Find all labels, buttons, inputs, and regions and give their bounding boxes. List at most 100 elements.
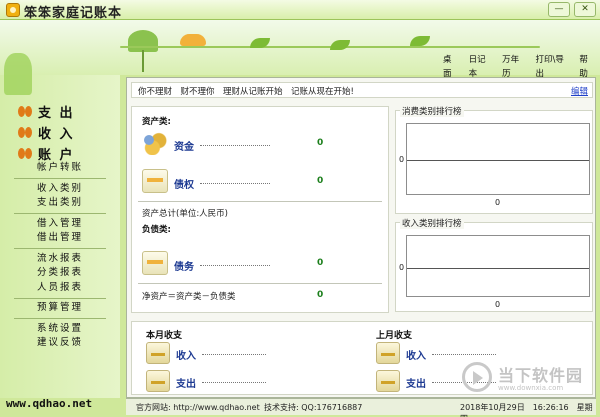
leader-dots	[202, 375, 266, 383]
asset-section-title: 资产类:	[142, 117, 171, 127]
sidebar-item-label: 收 入	[38, 127, 75, 142]
plant-decoration	[4, 53, 32, 95]
watermark-url: www.downxia.com	[498, 384, 564, 392]
last-month-title: 上月收支	[376, 331, 413, 341]
title-bar: 笨笨家庭记账本 — ✕	[0, 0, 600, 21]
status-site: 官方网站: http://www.qdhao.net	[136, 403, 260, 412]
liability-value: 0	[317, 258, 324, 268]
leader-dots	[200, 138, 270, 146]
expense-icon	[146, 370, 170, 392]
leaf-decoration	[410, 36, 430, 46]
butterfly-icon	[18, 148, 32, 159]
sidebar-item-income[interactable]: 收 入	[18, 122, 75, 143]
sidebar-item-feedback[interactable]: 建议反馈	[0, 336, 120, 351]
expense-label: 支出	[406, 379, 426, 390]
watermark: 当下软件园 www.downxia.com	[462, 360, 596, 400]
sidebar-item-flow-report[interactable]: 流水报表	[0, 252, 120, 267]
chart-plot-area: 0 0	[399, 235, 590, 309]
status-support: 技术支持: QQ:176716887	[264, 403, 363, 412]
motto-edit-link[interactable]: 编辑	[571, 85, 588, 97]
watermark-logo-icon	[462, 362, 492, 392]
sidebar: 支 出 收 入 账 户 帐户转账 收入类别 支出类别 借入管理 借出管理 流水报…	[0, 53, 120, 398]
mushroom-decoration	[180, 34, 206, 46]
sidebar-item-label: 支 出	[38, 106, 75, 121]
main-panel: 你不理财 财不理你 理财从记账开始 记账从现在开始! 编辑 资产类: 资金 0 …	[126, 77, 596, 398]
x-tick-label: 0	[495, 198, 501, 207]
expense-icon	[376, 370, 400, 392]
card-icon	[142, 251, 168, 275]
expense-ranking-chart: 消费类别排行榜 0 0	[395, 105, 593, 214]
liability-row-debt[interactable]: 债务 0	[142, 251, 382, 277]
status-bar: 官方网站: http://www.qdhao.net 技术支持: QQ:1767…	[126, 398, 596, 417]
sidebar-item-person-report[interactable]: 人员报表	[0, 281, 120, 296]
sidebar-item-lend[interactable]: 借出管理	[0, 231, 120, 246]
leader-dots	[200, 258, 270, 266]
chart-title: 收入类别排行榜	[400, 217, 464, 229]
asset-value: 0	[317, 138, 324, 148]
liability-section-title: 负债类:	[142, 225, 171, 235]
income-icon	[376, 342, 400, 364]
sidebar-item-transfer[interactable]: 帐户转账	[0, 161, 120, 176]
income-icon	[146, 342, 170, 364]
stem-decoration	[142, 50, 144, 72]
chart-zero-line	[407, 268, 589, 269]
sidebar-divider	[14, 318, 106, 319]
this-month-income[interactable]: 收入	[146, 342, 346, 364]
sidebar-item-settings[interactable]: 系统设置	[0, 322, 120, 337]
chart-title: 消费类别排行榜	[400, 105, 464, 117]
leader-dots	[200, 176, 270, 184]
tree-decoration	[128, 30, 158, 52]
sidebar-item-category-report[interactable]: 分类报表	[0, 266, 120, 281]
this-month-title: 本月收支	[146, 331, 183, 341]
leader-dots	[432, 347, 496, 355]
sidebar-divider	[14, 248, 106, 249]
asset-total-label: 资产总计(单位:人民币)	[142, 209, 228, 219]
assets-panel: 资产类: 资金 0 债权 0 资产总计(单位:人民币) 负债类: 债务 0 净资…	[131, 106, 389, 313]
divider	[138, 283, 382, 284]
sidebar-item-income-category[interactable]: 收入类别	[0, 182, 120, 197]
leaf-decoration	[330, 40, 350, 50]
window-controls: — ✕	[548, 2, 596, 17]
window-title: 笨笨家庭记账本	[24, 6, 123, 21]
sidebar-main-menu: 支 出 收 入 账 户	[18, 101, 75, 164]
sidebar-item-expense[interactable]: 支 出	[18, 101, 75, 122]
liability-name: 债务	[174, 262, 194, 273]
divider	[138, 201, 382, 202]
motto-text: 你不理财 财不理你 理财从记账开始 记账从现在开始!	[138, 87, 354, 97]
close-button[interactable]: ✕	[574, 2, 596, 17]
asset-row-credit[interactable]: 债权 0	[142, 169, 382, 195]
sidebar-divider	[14, 213, 106, 214]
status-datetime: 2018年10月29日 16:26:16 星期四	[460, 403, 593, 417]
butterfly-icon	[18, 127, 32, 138]
net-asset-label: 净资产＝资产类－负债类	[142, 292, 236, 302]
motto-bar: 你不理财 财不理你 理财从记账开始 记账从现在开始! 编辑	[131, 82, 593, 98]
asset-value: 0	[317, 176, 324, 186]
sidebar-item-borrow[interactable]: 借入管理	[0, 217, 120, 232]
butterfly-icon	[18, 106, 32, 117]
asset-name: 债权	[174, 180, 194, 191]
watermark-text: 当下软件园	[498, 366, 584, 385]
asset-row-funds[interactable]: 资金 0	[142, 131, 382, 157]
income-label: 收入	[176, 351, 196, 362]
minimize-button[interactable]: —	[548, 2, 570, 17]
sidebar-sub-menu: 帐户转账 收入类别 支出类别 借入管理 借出管理 流水报表 分类报表 人员报表 …	[0, 161, 120, 351]
income-label: 收入	[406, 351, 426, 362]
sidebar-item-expense-category[interactable]: 支出类别	[0, 196, 120, 211]
leader-dots	[202, 347, 266, 355]
x-tick-label: 0	[495, 300, 501, 309]
site-url[interactable]: www.qdhao.net	[6, 397, 92, 410]
y-tick-label: 0	[399, 263, 405, 272]
this-month-expense[interactable]: 支出	[146, 370, 346, 392]
sidebar-divider	[14, 178, 106, 179]
y-tick-label: 0	[399, 155, 405, 164]
chart-plot-area: 0 0	[399, 123, 590, 207]
coins-icon	[142, 131, 168, 155]
net-asset-value: 0	[317, 290, 324, 300]
asset-name: 资金	[174, 142, 194, 153]
chart-zero-line	[407, 160, 589, 161]
sidebar-divider	[14, 297, 106, 299]
card-icon	[142, 169, 168, 193]
income-ranking-chart: 收入类别排行榜 0 0	[395, 217, 593, 312]
sidebar-item-budget[interactable]: 预算管理	[0, 301, 120, 316]
expense-label: 支出	[176, 379, 196, 390]
